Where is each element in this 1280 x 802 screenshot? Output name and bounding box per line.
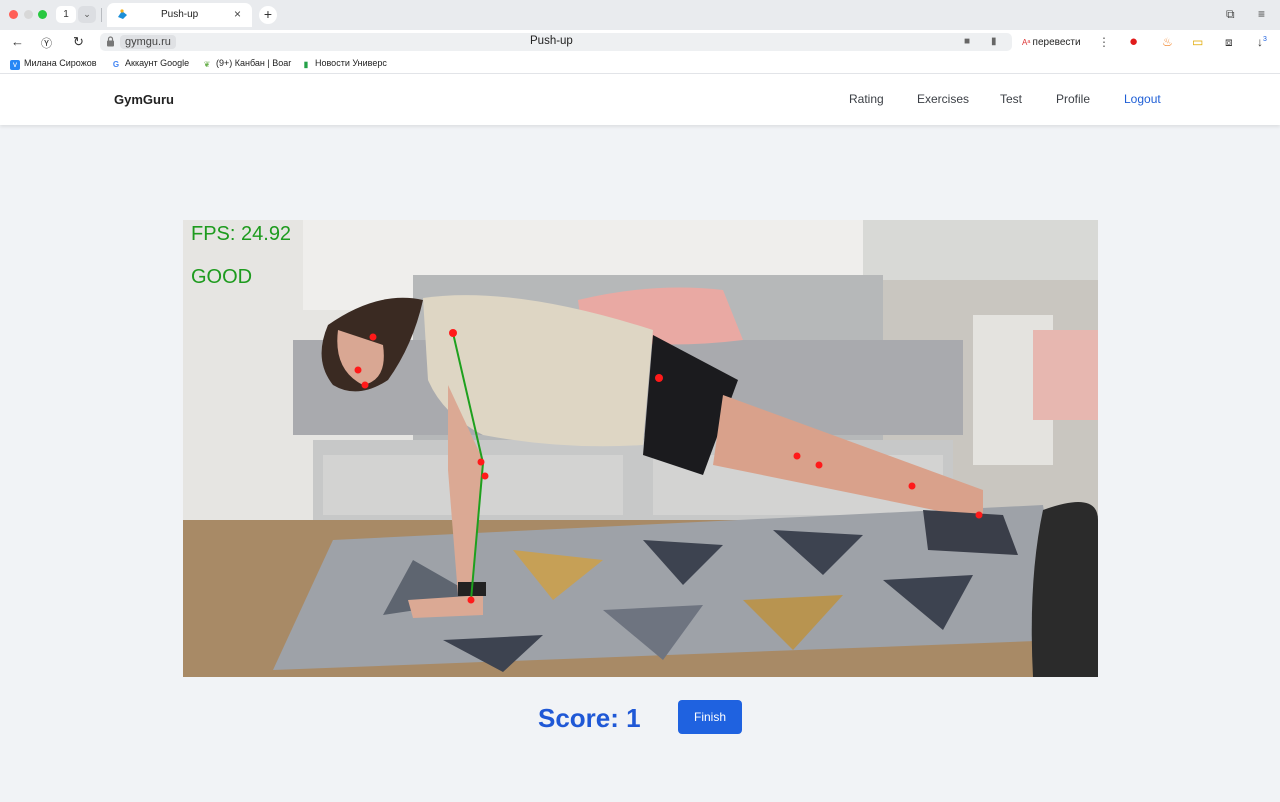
nav-profile[interactable]: Profile [1056,92,1090,106]
bookmark-label: Новости Универс [315,58,387,68]
camera-feed: FPS: 24.92 GOOD [183,220,1098,677]
finish-button[interactable]: Finish [678,700,742,734]
tab-title: Push-up [161,9,199,20]
score-display: Score: 1 [538,703,641,733]
lock-icon [107,36,114,47]
bookmark-item-kanban[interactable]: ❦ (9+) Канбан | Boar [202,58,294,70]
fps-readout: FPS: 24.92 [191,223,292,245]
vk-icon: v [10,60,20,70]
nav-exercises[interactable]: Exercises [917,92,969,106]
close-window-button[interactable] [9,10,18,19]
google-icon: G [112,60,120,69]
address-bar-row: ← Ⓨ ↻ gymgu.ru Push-up ■ ▮ Aᵃ перевести … [0,30,1280,54]
bookmark-item-vk[interactable]: v Милана Сирожов [10,58,102,70]
brand-logo[interactable]: GymGuru [114,92,174,107]
copy-icon[interactable]: ⧉ [1226,7,1235,22]
bookmark-item-google[interactable]: G Аккаунт Google [111,58,196,70]
zoom-window-button[interactable] [38,10,47,19]
new-tab-button[interactable]: + [259,6,277,24]
bars-icon: ▮ [303,60,309,69]
back-arrow-icon[interactable]: ← [11,34,24,49]
downloads-icon[interactable]: ↓3 [1257,35,1267,49]
fire-extension-icon[interactable]: ♨ [1162,35,1173,49]
app-favicon-icon [118,9,127,19]
bookmark-label: Аккаунт Google [125,58,190,68]
address-bar[interactable]: gymgu.ru Push-up ■ ▮ [100,33,1012,51]
chevron-down-icon[interactable]: ⌄ [78,6,96,23]
yandex-icon[interactable]: Ⓨ [41,35,52,51]
form-status: GOOD [191,266,253,288]
tab-count-badge[interactable]: 1 [56,6,76,23]
page-title-in-address: Push-up [530,35,573,47]
downloads-badge: 3 [1263,36,1267,43]
battery-extension-icon[interactable]: ▭ [1192,35,1203,49]
bookmark-label: Милана Сирожов [24,58,97,68]
menu-icon[interactable]: ≡ [1258,7,1265,21]
camera-frame [183,220,1098,677]
browser-chrome: 1 ⌄ Push-up × + ⧉ ≡ ← Ⓨ ↻ gymgu.ru Push-… [0,0,1280,74]
extensions-icon[interactable]: ⧈ [1225,35,1233,50]
nav-rating[interactable]: Rating [849,92,884,106]
url-domain[interactable]: gymgu.ru [120,35,176,49]
leaf-icon: ❦ [203,60,211,69]
tab-separator [101,8,102,22]
translate-button[interactable]: Aᵃ перевести [1022,37,1081,48]
close-tab-icon[interactable]: × [234,7,241,21]
bookmark-item-news[interactable]: ▮ Новости Универс [301,58,393,70]
browser-tab-active[interactable]: Push-up × [107,3,252,27]
app-navbar: GymGuru Rating Exercises Test Profile Lo… [0,74,1280,125]
minimize-window-button[interactable] [24,10,33,19]
nav-test[interactable]: Test [1000,92,1022,106]
reload-icon[interactable]: ↻ [73,34,84,50]
bookmark-icon[interactable]: ▮ [991,36,997,47]
tab-strip: 1 ⌄ Push-up × + ⧉ ≡ [0,0,1280,30]
translate-icon: Aᵃ [1022,38,1033,47]
opera-extension-icon[interactable]: ● [1129,33,1138,50]
translate-label: перевести [1032,37,1081,48]
bookmark-label: (9+) Канбан | Boar [216,58,292,68]
camera-icon[interactable]: ■ [964,36,970,47]
more-options-icon[interactable]: ⋮ [1098,35,1110,49]
nav-logout[interactable]: Logout [1124,92,1161,106]
bookmarks-bar: v Милана Сирожов G Аккаунт Google ❦ (9+) Ка… [0,54,1280,74]
